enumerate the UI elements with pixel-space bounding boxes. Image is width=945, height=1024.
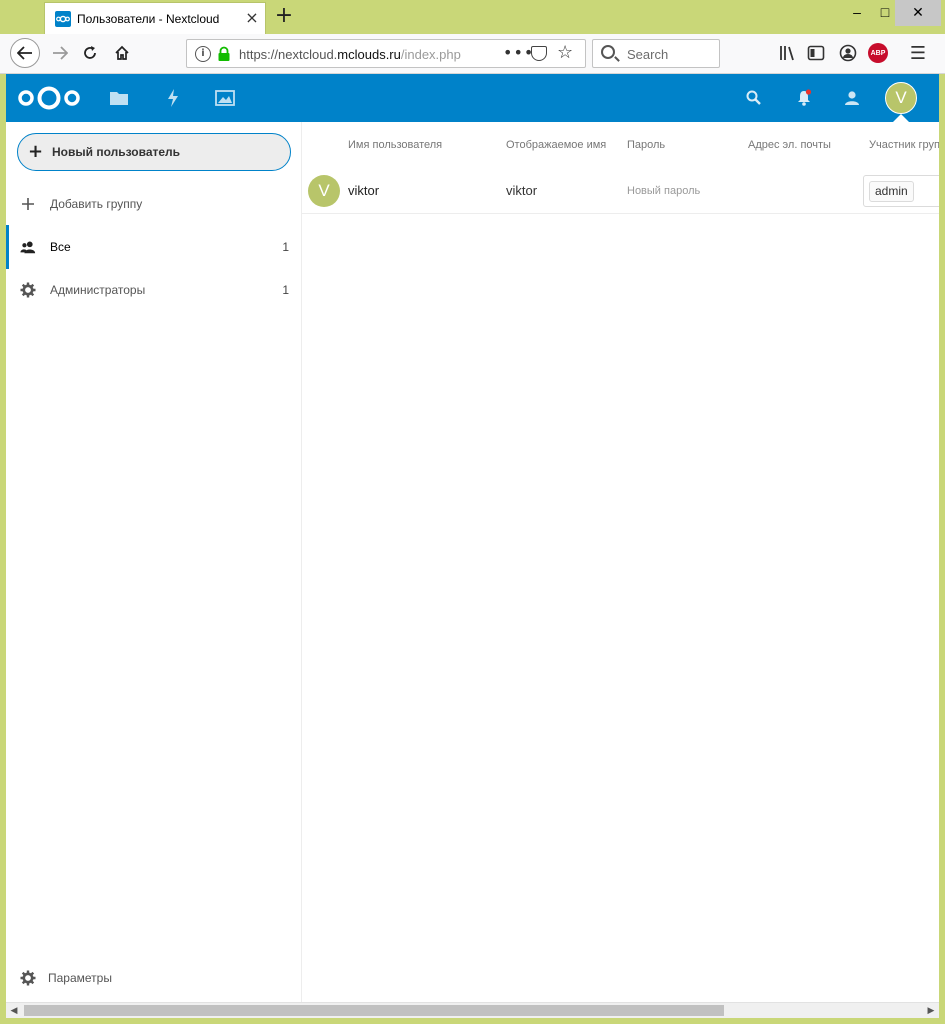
header-search-icon[interactable] <box>744 88 764 108</box>
sidebar-toggle-icon[interactable] <box>806 42 826 64</box>
header-user-avatar[interactable]: V <box>885 82 917 114</box>
nextcloud-logo-icon[interactable] <box>18 84 80 112</box>
username-cell: viktor <box>348 183 380 198</box>
nextcloud-favicon-icon <box>55 11 71 27</box>
activity-lightning-icon[interactable] <box>162 88 184 108</box>
group-label: Администраторы <box>50 283 146 297</box>
column-header-display-name[interactable]: Отображаемое имя <box>506 139 606 151</box>
adblock-icon[interactable]: ABP <box>868 42 888 64</box>
horizontal-scrollbar[interactable]: ◀ ▶ <box>6 1002 939 1018</box>
column-header-email[interactable]: Адрес эл. почты <box>748 139 831 151</box>
menu-caret <box>893 114 909 122</box>
group-count: 1 <box>282 240 289 254</box>
url-bar[interactable]: i https://nextcloud.mclouds.ru/index.php… <box>186 39 586 68</box>
group-tag: admin <box>869 181 914 202</box>
browser-menu-icon[interactable]: ☰ <box>908 42 928 64</box>
user-avatar: V <box>308 175 340 207</box>
forward-button[interactable] <box>46 39 74 67</box>
browser-toolbar: i https://nextcloud.mclouds.ru/index.php… <box>0 34 945 74</box>
column-header-username[interactable]: Имя пользователя <box>348 139 442 151</box>
search-placeholder: Search <box>627 47 669 62</box>
add-group-item[interactable]: Добавить группу <box>6 182 301 226</box>
search-icon <box>601 45 615 59</box>
table-row: V viktor viktor Новый пароль admin <box>302 168 939 214</box>
tab-title: Пользователи - Nextcloud <box>77 12 220 26</box>
password-field[interactable]: Новый пароль <box>627 185 700 197</box>
url-text: https://nextcloud.mclouds.ru/index.php <box>239 47 461 62</box>
gallery-image-icon[interactable] <box>214 88 236 108</box>
bookmark-star-icon[interactable]: ☆ <box>557 42 573 63</box>
pocket-icon[interactable] <box>531 46 547 61</box>
scroll-left-icon[interactable]: ◀ <box>6 1003 22 1019</box>
arrow-left-icon <box>17 46 32 60</box>
admin-gear-icon <box>20 282 36 298</box>
new-user-label: Новый пользователь <box>52 145 181 159</box>
reload-icon <box>84 46 96 59</box>
info-icon[interactable]: i <box>195 46 211 62</box>
search-bar[interactable]: Search <box>592 39 720 68</box>
add-plus-icon <box>20 196 36 212</box>
home-icon <box>115 45 129 60</box>
group-label: Все <box>50 240 71 254</box>
plus-icon: + <box>28 141 44 162</box>
groups-select[interactable]: admin <box>863 175 939 207</box>
sidebar-item-admins[interactable]: Администраторы 1 <box>6 268 301 312</box>
arrow-right-icon <box>53 46 68 60</box>
app-navigation: + Новый пользователь Добавить группу Все… <box>6 122 302 1002</box>
settings-button[interactable]: Параметры <box>6 962 301 994</box>
app-header: V <box>6 74 939 122</box>
back-button[interactable] <box>10 38 40 68</box>
home-button[interactable] <box>108 39 136 67</box>
window-titlebar: Пользователи - Nextcloud × + – □ ✕ <box>0 0 945 34</box>
browser-tab[interactable]: Пользователи - Nextcloud × <box>44 2 266 34</box>
new-tab-button[interactable]: + <box>272 4 296 28</box>
notifications-bell-icon[interactable] <box>794 88 814 108</box>
new-user-button[interactable]: + Новый пользователь <box>17 133 291 171</box>
page-actions-icon[interactable]: ••• <box>503 43 534 62</box>
add-group-label: Добавить группу <box>50 197 143 211</box>
account-icon[interactable] <box>838 42 858 64</box>
settings-gear-icon <box>20 970 36 986</box>
scrollbar-thumb[interactable] <box>24 1005 724 1016</box>
reload-button[interactable] <box>76 39 104 67</box>
window-minimize-button[interactable]: – <box>842 0 872 26</box>
column-header-groups: Участник группы <box>869 139 939 151</box>
users-icon <box>20 239 36 255</box>
scroll-right-icon[interactable]: ▶ <box>923 1003 939 1019</box>
display-name-field[interactable]: viktor <box>506 183 537 198</box>
window-close-button[interactable]: ✕ <box>895 0 941 26</box>
tab-close-icon[interactable]: × <box>243 9 261 27</box>
group-count: 1 <box>282 283 289 297</box>
settings-label: Параметры <box>48 971 112 985</box>
lock-icon <box>218 46 230 61</box>
user-list: Имя пользователя Отображаемое имя Пароль… <box>302 122 939 1002</box>
files-folder-icon[interactable] <box>108 88 130 108</box>
column-header-password: Пароль <box>627 139 666 151</box>
contacts-icon[interactable] <box>842 88 862 108</box>
sidebar-item-all-users[interactable]: Все 1 <box>6 225 301 269</box>
library-icon[interactable] <box>778 42 798 64</box>
